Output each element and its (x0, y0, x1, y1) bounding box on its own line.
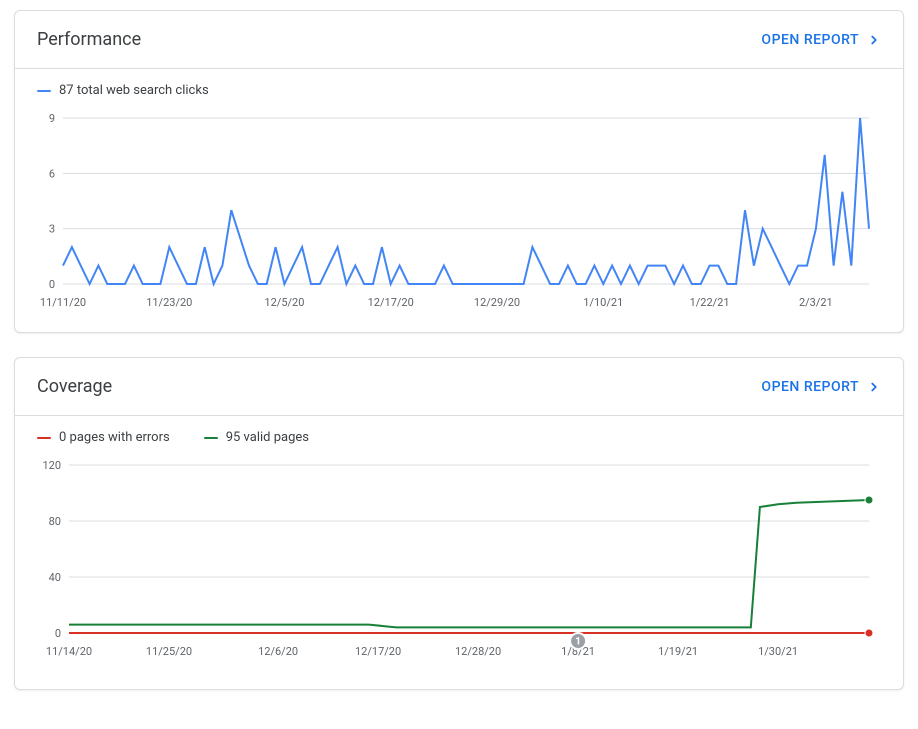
svg-text:1/22/21: 1/22/21 (690, 296, 730, 309)
svg-text:120: 120 (42, 459, 61, 472)
performance-legend: 87 total web search clicks (15, 69, 903, 104)
coverage-legend-valid: 95 valid pages (204, 430, 309, 445)
svg-text:3: 3 (49, 223, 55, 236)
svg-text:12/6/20: 12/6/20 (258, 645, 298, 658)
svg-text:12/17/20: 12/17/20 (368, 296, 414, 309)
svg-text:2/3/21: 2/3/21 (799, 296, 833, 309)
legend-label: 87 total web search clicks (59, 83, 209, 98)
svg-text:11/11/20: 11/11/20 (40, 296, 86, 309)
svg-text:1: 1 (575, 637, 581, 648)
svg-text:1/30/21: 1/30/21 (758, 645, 798, 658)
svg-text:12/29/20: 12/29/20 (474, 296, 520, 309)
svg-text:11/14/20: 11/14/20 (46, 645, 92, 658)
performance-card: Performance OPEN REPORT 87 total web sea… (14, 10, 904, 333)
svg-text:0: 0 (49, 278, 55, 291)
performance-title: Performance (37, 29, 141, 50)
coverage-card: Coverage OPEN REPORT 0 pages with errors… (14, 357, 904, 690)
coverage-title: Coverage (37, 376, 112, 397)
coverage-header: Coverage OPEN REPORT (15, 358, 903, 416)
legend-label: 95 valid pages (226, 430, 309, 445)
performance-chart: 0 3 6 9 11/11/20 11/23/20 12/5/20 12/17/20 12/29… (15, 104, 903, 332)
legend-label: 0 pages with errors (59, 430, 170, 445)
coverage-chart: 0 40 80 120 11/14/20 11/25/20 12/6/20 12/17/20 1… (15, 451, 903, 689)
svg-text:11/25/20: 11/25/20 (146, 645, 192, 658)
legend-swatch-icon (204, 437, 218, 439)
svg-text:0: 0 (55, 627, 61, 640)
svg-text:12/28/20: 12/28/20 (455, 645, 501, 658)
svg-text:40: 40 (49, 571, 61, 584)
performance-line-chart: 0 3 6 9 11/11/20 11/23/20 12/5/20 12/17/20 12/29… (29, 104, 889, 314)
open-report-label: OPEN REPORT (761, 32, 859, 48)
coverage-line-chart: 0 40 80 120 11/14/20 11/25/20 12/6/20 12/17/20 1… (29, 451, 889, 671)
svg-text:12/17/20: 12/17/20 (355, 645, 401, 658)
coverage-open-report-button[interactable]: OPEN REPORT (761, 379, 881, 395)
coverage-legend-errors: 0 pages with errors (37, 430, 170, 445)
svg-text:1/10/21: 1/10/21 (583, 296, 623, 309)
chevron-right-icon (867, 33, 881, 47)
chevron-right-icon (867, 380, 881, 394)
coverage-legend: 0 pages with errors 95 valid pages (15, 416, 903, 451)
svg-text:6: 6 (49, 167, 55, 180)
svg-text:80: 80 (49, 515, 61, 528)
svg-text:1/19/21: 1/19/21 (658, 645, 698, 658)
legend-swatch-icon (37, 90, 51, 92)
performance-legend-clicks: 87 total web search clicks (37, 83, 209, 98)
open-report-label: OPEN REPORT (761, 379, 859, 395)
svg-text:11/23/20: 11/23/20 (146, 296, 192, 309)
legend-swatch-icon (37, 437, 51, 439)
performance-header: Performance OPEN REPORT (15, 11, 903, 69)
performance-open-report-button[interactable]: OPEN REPORT (761, 32, 881, 48)
svg-text:12/5/20: 12/5/20 (264, 296, 304, 309)
svg-text:9: 9 (49, 112, 55, 125)
